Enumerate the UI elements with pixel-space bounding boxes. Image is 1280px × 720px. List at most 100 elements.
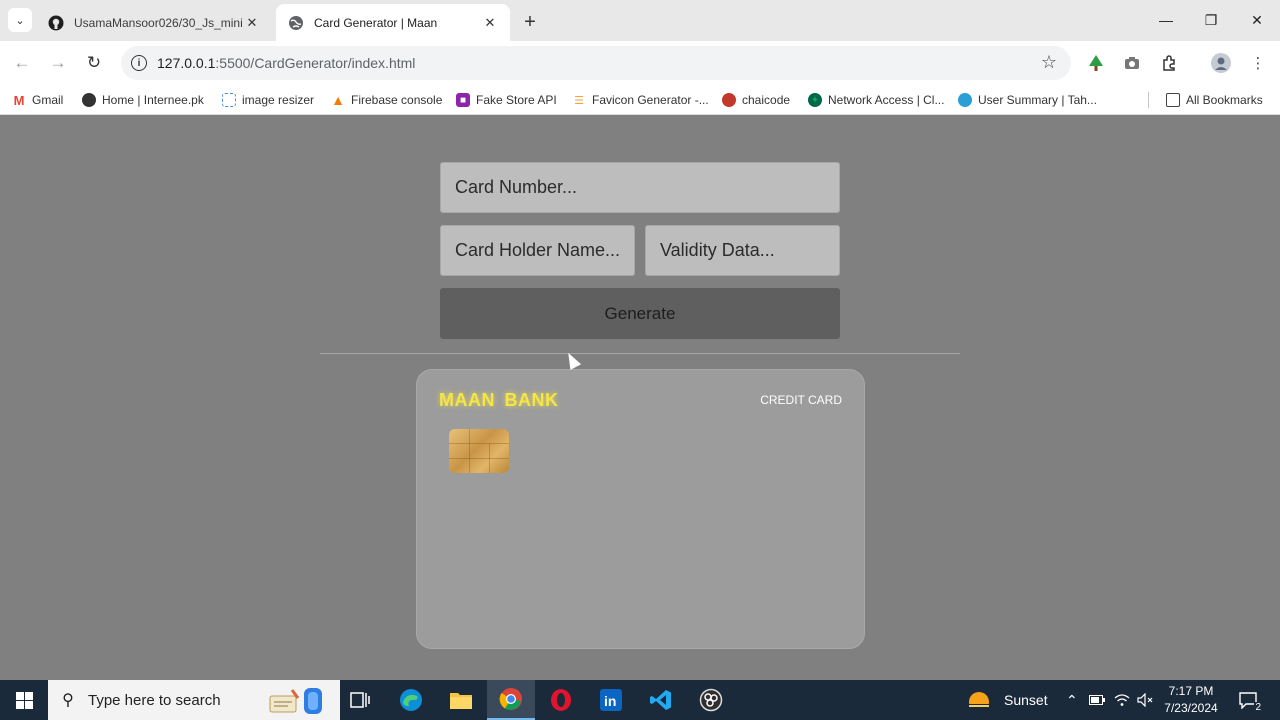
wifi-icon[interactable] <box>1114 680 1130 720</box>
chrome-icon[interactable] <box>487 680 535 720</box>
taskbar-search-box[interactable]: ⚲ Type here to search <box>48 680 340 720</box>
url-host: 127.0.0.1 <box>157 55 216 71</box>
bookmarks-divider <box>1148 92 1149 108</box>
bookmark-label: Fake Store API <box>476 93 557 107</box>
tab-title: UsamaMansoor026/30_Js_mini <box>74 15 243 30</box>
bookmarks-bar: M Gmail Home | Internee.pk image resizer… <box>0 85 1280 115</box>
card-number-placeholder: Card Number... <box>455 177 578 197</box>
bookmark-label: Network Access | Cl... <box>828 93 945 107</box>
validity-placeholder: Validity Data... <box>660 240 775 260</box>
bank-name: MAAN BANK <box>439 390 559 410</box>
bookmark-network-access[interactable]: ✦ Network Access | Cl... <box>808 91 944 109</box>
browser-toolbar: ← → ↻ i 127.0.0.1:5500/CardGenerator/ind… <box>0 41 1280 85</box>
bookmark-internee[interactable]: Home | Internee.pk <box>82 91 204 109</box>
restore-button[interactable]: ❐ <box>1188 0 1234 40</box>
clock-time: 7:17 PM <box>1168 684 1214 698</box>
card-number-input[interactable]: Card Number... <box>440 162 840 213</box>
bookmark-fake-store[interactable]: ■ Fake Store API <box>456 91 557 109</box>
weather-widget[interactable]: Sunset <box>966 680 1048 720</box>
generate-label: Generate <box>604 303 676 323</box>
all-bookmarks[interactable]: All Bookmarks <box>1166 91 1263 109</box>
search-placeholder: Type here to search <box>88 691 221 709</box>
camera-icon[interactable] <box>1121 52 1143 74</box>
volume-muted-icon[interactable] <box>1137 680 1153 720</box>
search-highlight-icon <box>269 688 322 714</box>
bookmark-label: Home | Internee.pk <box>102 93 204 107</box>
opera-icon[interactable] <box>537 680 585 720</box>
file-explorer-icon[interactable] <box>437 680 485 720</box>
tab-search-chevron-icon[interactable]: ⌄ <box>8 8 32 32</box>
sunset-icon <box>966 689 992 712</box>
bookmark-favicon-generator[interactable]: ☰ Favicon Generator -... <box>572 91 709 109</box>
credit-card-preview: MAAN BANK CREDIT CARD <box>416 369 865 649</box>
site-info-icon[interactable]: i <box>131 55 147 71</box>
minimize-button[interactable]: — <box>1143 0 1189 40</box>
taskbar-clock[interactable]: 7:17 PM 7/23/2024 <box>1158 683 1224 717</box>
windows-taskbar: ⚲ Type here to search in Sunset ⌃ 7:17 P… <box>0 680 1280 720</box>
bookmark-label: Favicon Generator -... <box>592 93 709 107</box>
bookmark-label: Firebase console <box>351 93 443 107</box>
card-generator-page: Card Number... Card Holder Name... Valid… <box>0 121 1280 680</box>
back-arrow-icon[interactable]: ← <box>9 51 35 75</box>
bookmark-image-resizer[interactable]: image resizer <box>222 91 314 109</box>
linkedin-icon[interactable]: in <box>587 680 635 720</box>
bookmark-chaicode[interactable]: chaicode <box>722 91 790 109</box>
tab-title: Card Generator | Maan <box>314 15 438 30</box>
tab-card-generator[interactable]: Card Generator | Maan ✕ <box>276 4 510 41</box>
mongodb-icon: ✦ <box>808 93 822 107</box>
reload-icon[interactable]: ↻ <box>81 51 107 75</box>
card-holder-placeholder: Card Holder Name... <box>455 240 621 260</box>
tab-github[interactable]: UsamaMansoor026/30_Js_mini ✕ <box>36 4 272 41</box>
task-view-icon[interactable] <box>336 680 384 720</box>
favicon-icon: ☰ <box>574 94 584 107</box>
profile-avatar-icon[interactable] <box>1210 52 1232 74</box>
divider <box>320 353 960 354</box>
edge-icon[interactable] <box>387 680 435 720</box>
bookmark-label: User Summary | Tah... <box>978 93 1097 107</box>
vscode-icon[interactable] <box>637 680 685 720</box>
address-bar[interactable]: i 127.0.0.1:5500/CardGenerator/index.htm… <box>121 46 1071 80</box>
close-icon[interactable]: ✕ <box>482 15 498 31</box>
tab-strip: ⌄ UsamaMansoor026/30_Js_mini ✕ Card Gene… <box>0 0 1280 41</box>
github-icon <box>48 15 64 31</box>
weather-label: Sunset <box>1004 692 1048 708</box>
battery-icon[interactable] <box>1089 680 1105 720</box>
bookmark-user-summary[interactable]: User Summary | Tah... <box>958 91 1097 109</box>
globe-icon <box>82 93 96 107</box>
bookmark-gmail[interactable]: M Gmail <box>12 91 64 109</box>
validity-input[interactable]: Validity Data... <box>645 225 840 276</box>
chaicode-icon <box>722 93 736 107</box>
clock-date: 7/23/2024 <box>1164 701 1218 715</box>
search-icon: ⚲ <box>62 692 74 709</box>
extensions-puzzle-icon[interactable] <box>1158 52 1180 74</box>
bookmark-label: All Bookmarks <box>1186 93 1263 107</box>
close-icon[interactable]: ✕ <box>244 15 260 31</box>
start-button[interactable] <box>0 680 48 720</box>
menu-kebab-icon[interactable]: ⋮ <box>1247 52 1269 74</box>
folder-icon <box>1166 93 1180 107</box>
card-holder-input[interactable]: Card Holder Name... <box>440 225 635 276</box>
gmail-icon: M <box>13 92 25 108</box>
notification-count: 2 <box>1254 702 1262 713</box>
show-hidden-icons-chevron-icon[interactable]: ⌃ <box>1066 680 1078 720</box>
card-chip-icon <box>449 429 509 473</box>
forward-arrow-icon[interactable]: → <box>45 51 71 75</box>
bookmark-label: image resizer <box>242 93 315 107</box>
new-tab-button[interactable]: + <box>518 10 542 34</box>
image-resizer-icon <box>222 93 236 107</box>
windows-logo-icon <box>15 691 33 709</box>
notifications-icon[interactable]: 2 <box>1238 680 1262 720</box>
extension-tree-icon[interactable] <box>1085 52 1107 74</box>
bookmark-star-icon[interactable]: ☆ <box>1041 52 1057 73</box>
bookmark-firebase[interactable]: ▲ Firebase console <box>331 91 442 109</box>
user-summary-icon <box>958 93 972 107</box>
obs-icon[interactable] <box>687 680 735 720</box>
close-window-button[interactable]: ✕ <box>1234 0 1280 40</box>
globe-icon <box>288 15 304 31</box>
bookmark-label: Gmail <box>32 93 64 107</box>
url-path: :5500/CardGenerator/index.html <box>215 55 416 71</box>
fakestore-icon: ■ <box>456 93 470 107</box>
generate-button[interactable]: Generate <box>440 288 840 339</box>
card-type: CREDIT CARD <box>760 393 842 407</box>
firebase-icon: ▲ <box>331 92 345 108</box>
